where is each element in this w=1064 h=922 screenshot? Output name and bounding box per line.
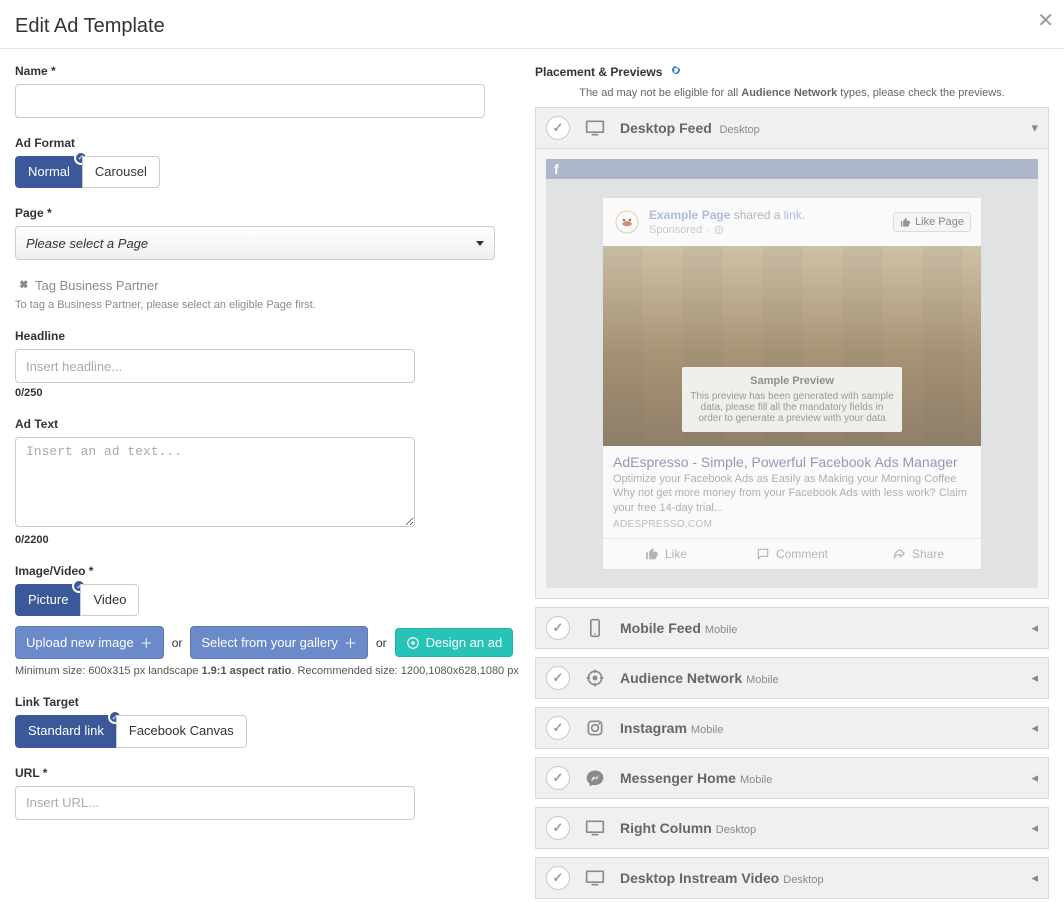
chevron-left-icon: ◂	[1031, 770, 1038, 786]
format-carousel-button[interactable]: Carousel	[82, 156, 160, 188]
preview-body: f Example Page shared a link. Spon	[536, 148, 1048, 598]
tab-video-button[interactable]: Video	[80, 584, 139, 616]
design-ad-button[interactable]: Design an ad	[395, 628, 514, 657]
share-icon	[892, 547, 906, 561]
link-target-label: Link Target	[15, 695, 520, 709]
placement-check-icon[interactable]: ✓	[546, 866, 570, 890]
preview-domain: ADESPRESSO.COM	[603, 519, 981, 538]
headline-input[interactable]	[15, 349, 415, 383]
thumbs-up-icon	[900, 217, 911, 228]
placement-right-column: ✓ Right ColumnDesktop ◂	[535, 807, 1049, 849]
placement-header[interactable]: ✓ Audience NetworkMobile ◂	[536, 658, 1048, 698]
preview-column: Placement & Previews The ad may not be e…	[535, 49, 1064, 922]
mobile-icon	[584, 618, 606, 638]
close-icon[interactable]: ✕	[1037, 8, 1054, 33]
ad-preview-card: Example Page shared a link. Sponsored · …	[602, 197, 982, 570]
avatar	[613, 208, 641, 236]
url-input[interactable]	[15, 786, 415, 820]
image-hint: Minimum size: 600x315 px landscape 1.9:1…	[15, 665, 520, 677]
chevron-left-icon: ◂	[1031, 620, 1038, 636]
adtext-counter: 0/2200	[15, 534, 520, 546]
placement-audience-network: ✓ Audience NetworkMobile ◂	[535, 657, 1049, 699]
preview-description: Optimize your Facebook Ads as Easily as …	[603, 472, 981, 519]
desktop-icon	[584, 868, 606, 888]
target-icon	[584, 668, 606, 688]
modal-title: Edit Ad Template	[15, 15, 1049, 38]
chevron-left-icon: ◂	[1031, 820, 1038, 836]
handshake-icon	[15, 279, 29, 293]
placement-check-icon[interactable]: ✓	[546, 716, 570, 740]
placement-check-icon[interactable]: ✓	[546, 816, 570, 840]
placement-header[interactable]: ✓ Mobile FeedMobile ◂	[536, 608, 1048, 648]
like-page-button[interactable]: Like Page	[893, 212, 971, 232]
format-normal-button[interactable]: Normal ✓	[15, 156, 83, 188]
sponsored-label: Sponsored	[649, 224, 702, 236]
chevron-left-icon: ◂	[1031, 870, 1038, 886]
placement-header[interactable]: ✓ Messenger HomeMobile ◂	[536, 758, 1048, 798]
page-name[interactable]: Example Page	[649, 208, 730, 222]
comment-icon	[756, 547, 770, 561]
chevron-down-icon: ▾	[1031, 120, 1038, 136]
shared-link[interactable]: link	[784, 208, 802, 222]
instagram-icon	[584, 718, 606, 738]
link-standard-button[interactable]: Standard link ✓	[15, 715, 117, 747]
page-label: Page *	[15, 206, 520, 220]
page-select[interactable]: Please select a Page	[15, 226, 495, 260]
modal-header: Edit Ad Template ✕	[0, 0, 1064, 49]
eligibility-text: The ad may not be eligible for all Audie…	[535, 87, 1049, 99]
link-canvas-button[interactable]: Facebook Canvas	[116, 715, 247, 747]
upload-image-button[interactable]: Upload new image ＋	[15, 626, 164, 659]
facebook-logo-icon: f	[554, 161, 559, 177]
sample-preview-overlay: Sample Preview This preview has been gen…	[682, 367, 902, 432]
previews-title: Placement & Previews	[535, 65, 662, 79]
like-button[interactable]: Like	[603, 539, 729, 569]
fb-topbar: f	[546, 159, 1038, 179]
desktop-icon	[584, 818, 606, 838]
name-label: Name *	[15, 64, 520, 78]
form-column: Name * Ad Format Normal ✓ Carousel Page …	[0, 49, 535, 922]
placement-header[interactable]: ✓ Desktop Instream VideoDesktop ◂	[536, 858, 1048, 898]
headline-label: Headline	[15, 329, 520, 343]
placement-check-icon[interactable]: ✓	[546, 766, 570, 790]
placement-mobile-feed: ✓ Mobile FeedMobile ◂	[535, 607, 1049, 649]
design-icon	[406, 636, 420, 650]
placement-header[interactable]: ✓ InstagramMobile ◂	[536, 708, 1048, 748]
name-input[interactable]	[15, 84, 485, 118]
headline-counter: 0/250	[15, 387, 520, 399]
placement-check-icon[interactable]: ✓	[546, 666, 570, 690]
edit-ad-template-modal: Edit Ad Template ✕ Name * Ad Format Norm…	[0, 0, 1064, 922]
plus-icon: ＋	[344, 633, 357, 652]
plus-icon: ＋	[140, 633, 153, 652]
comment-button[interactable]: Comment	[729, 539, 855, 569]
adtext-label: Ad Text	[15, 417, 520, 431]
tab-picture-button[interactable]: Picture ✓	[15, 584, 81, 616]
placement-instream-video: ✓ Desktop Instream VideoDesktop ◂	[535, 857, 1049, 899]
tag-partner-help: To tag a Business Partner, please select…	[15, 299, 520, 311]
messenger-icon	[584, 768, 606, 788]
refresh-icon[interactable]	[670, 64, 682, 79]
desktop-icon	[584, 118, 606, 138]
placement-check-icon[interactable]: ✓	[546, 616, 570, 640]
tag-partner-label: Tag Business Partner	[35, 278, 159, 293]
placement-instagram: ✓ InstagramMobile ◂	[535, 707, 1049, 749]
chevron-left-icon: ◂	[1031, 720, 1038, 736]
chevron-left-icon: ◂	[1031, 670, 1038, 686]
placement-header[interactable]: ✓ Desktop Feed Desktop ▾	[536, 108, 1048, 148]
image-label: Image/Video *	[15, 564, 520, 578]
placement-messenger: ✓ Messenger HomeMobile ◂	[535, 757, 1049, 799]
url-label: URL *	[15, 766, 520, 780]
share-button[interactable]: Share	[855, 539, 981, 569]
placement-desktop-feed: ✓ Desktop Feed Desktop ▾ f	[535, 107, 1049, 599]
adtext-input[interactable]	[15, 437, 415, 527]
select-gallery-button[interactable]: Select from your gallery ＋	[190, 626, 368, 659]
placement-check-icon[interactable]: ✓	[546, 116, 570, 140]
or-text: or	[172, 636, 183, 650]
ad-format-label: Ad Format	[15, 136, 520, 150]
globe-icon	[714, 225, 724, 235]
or-text: or	[376, 636, 387, 650]
placement-header[interactable]: ✓ Right ColumnDesktop ◂	[536, 808, 1048, 848]
thumbs-up-icon	[645, 547, 659, 561]
preview-headline: AdEspresso - Simple, Powerful Facebook A…	[603, 446, 981, 472]
caret-down-icon	[476, 241, 484, 246]
